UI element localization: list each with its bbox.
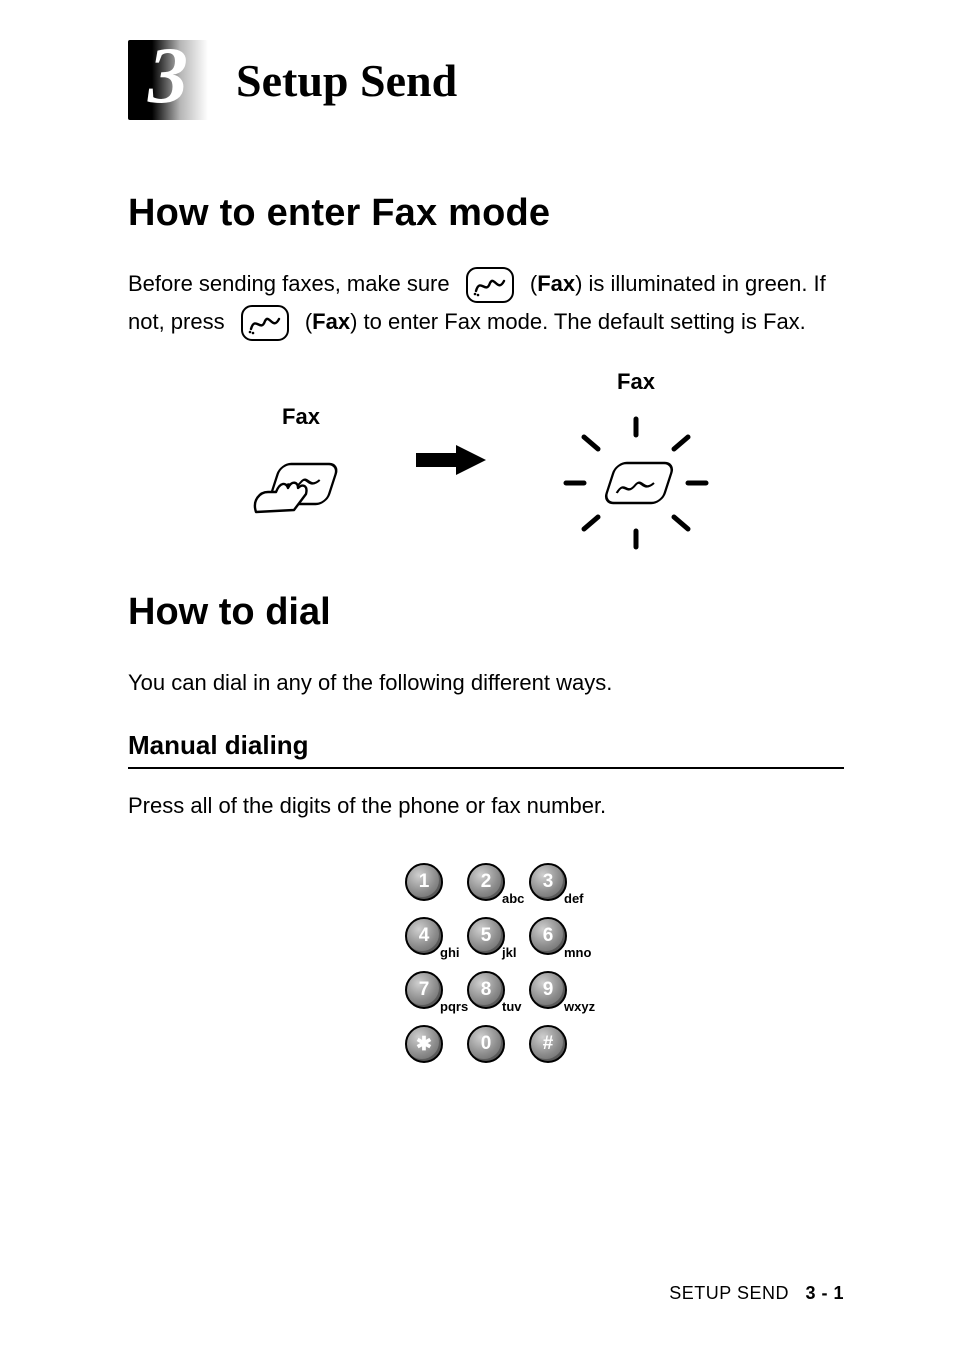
keypad-key: 5jkl — [466, 916, 506, 956]
fax-button-press-label: Fax — [282, 404, 320, 430]
keypad-digit: 5 — [467, 917, 505, 955]
text-fragment: (Fax — [530, 271, 575, 296]
keypad: 1 2abc 3def 4ghi 5jkl 6mno 7pqrs 8tuv 9w… — [382, 848, 590, 1078]
chapter-title: Setup Send — [236, 54, 457, 107]
keypad-key: 4ghi — [404, 916, 444, 956]
keypad-key: 0 — [466, 1024, 506, 1064]
keypad-key: 7pqrs — [404, 970, 444, 1010]
fax-label: Fax — [312, 309, 350, 334]
keypad-digit: ✱ — [405, 1025, 443, 1063]
fax-icon — [466, 267, 514, 303]
keypad-letters: mno — [564, 945, 591, 960]
keypad-letters: tuv — [502, 999, 522, 1014]
chapter-number: 3 — [128, 36, 208, 116]
keypad-digit: 6 — [529, 917, 567, 955]
page-footer: SETUP SEND 3 - 1 — [669, 1283, 844, 1304]
subsection-rule — [128, 767, 844, 769]
keypad-digit: 1 — [405, 863, 443, 901]
section-heading-how-to-dial: How to dial — [128, 591, 844, 634]
keypad-digit: # — [529, 1025, 567, 1063]
text-fragment: (Fax — [305, 309, 350, 334]
keypad-key: # — [528, 1024, 568, 1064]
keypad-digit: 3 — [529, 863, 567, 901]
keypad-key: 2abc — [466, 862, 506, 902]
footer-page-number: 3 - 1 — [805, 1283, 844, 1303]
keypad-illustration: 1 2abc 3def 4ghi 5jkl 6mno 7pqrs 8tuv 9w… — [128, 848, 844, 1078]
keypad-key: 9wxyz — [528, 970, 568, 1010]
section-body-enter-fax-mode: Before sending faxes, make sure (Fax) is… — [128, 265, 844, 341]
fax-button-lit-label: Fax — [617, 369, 655, 395]
footer-section: SETUP SEND — [669, 1283, 789, 1303]
keypad-key: 6mno — [528, 916, 568, 956]
chapter-header: 3 Setup Send — [128, 40, 844, 120]
keypad-letters: wxyz — [564, 999, 595, 1014]
keypad-letters: jkl — [502, 945, 516, 960]
keypad-digit: 2 — [467, 863, 505, 901]
keypad-letters: def — [564, 891, 584, 906]
keypad-digit: 8 — [467, 971, 505, 1009]
fax-icon — [241, 305, 289, 341]
keypad-key: 8tuv — [466, 970, 506, 1010]
section-body-how-to-dial: You can dial in any of the following dif… — [128, 664, 844, 701]
fax-button-press-illustration: Fax — [246, 404, 356, 516]
keypad-digit: 0 — [467, 1025, 505, 1063]
fax-button-lit-illustration: Fax — [546, 369, 726, 551]
subsection-heading-manual-dialing: Manual dialing — [128, 730, 844, 761]
keypad-key: 1 — [404, 862, 444, 902]
keypad-key: ✱ — [404, 1024, 444, 1064]
keypad-key: 3def — [528, 862, 568, 902]
fax-mode-illustration: Fax Fax — [128, 369, 844, 551]
keypad-letters: pqrs — [440, 999, 468, 1014]
keypad-letters: ghi — [440, 945, 460, 960]
section-heading-enter-fax-mode: How to enter Fax mode — [128, 192, 844, 235]
fax-label: Fax — [537, 271, 575, 296]
keypad-digit: 4 — [405, 917, 443, 955]
text-fragment: Before sending faxes, make sure — [128, 271, 456, 296]
keypad-digit: 7 — [405, 971, 443, 1009]
keypad-letters: abc — [502, 891, 524, 906]
text-fragment: ) to enter Fax mode. The default setting… — [350, 309, 806, 334]
keypad-digit: 9 — [529, 971, 567, 1009]
arrow-right-icon — [416, 445, 486, 475]
chapter-number-badge: 3 — [128, 40, 208, 120]
subsection-body-manual-dialing: Press all of the digits of the phone or … — [128, 787, 844, 824]
